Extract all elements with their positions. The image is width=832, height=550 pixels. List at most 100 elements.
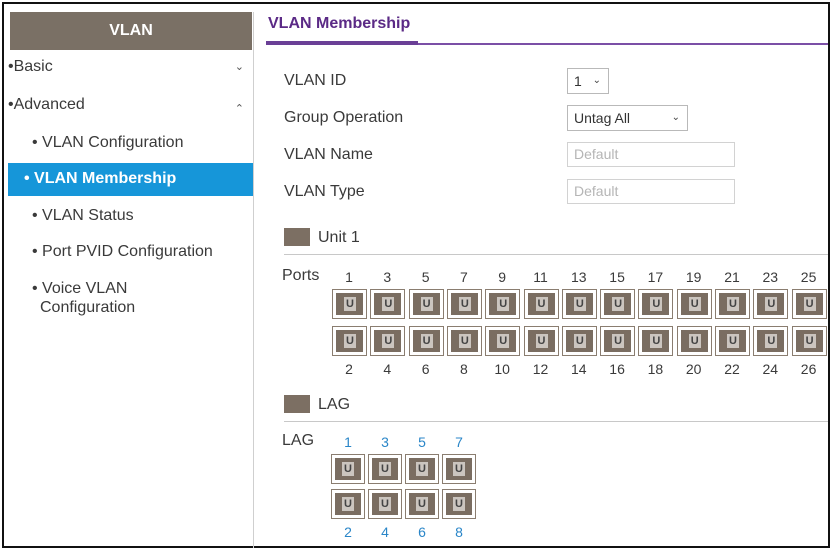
sidebar-item-vlan-membership[interactable]: • VLAN Membership — [8, 163, 253, 196]
lag-toggle[interactable]: U — [405, 489, 439, 519]
port-toggle[interactable]: U — [446, 289, 482, 319]
port-jack-icon: U — [450, 330, 478, 352]
port-toggle[interactable]: U — [370, 326, 406, 356]
port-toggle[interactable]: U — [715, 289, 750, 319]
untagged-mark: U — [382, 334, 395, 348]
port-jack-icon: U — [374, 330, 402, 352]
untagged-mark: U — [379, 462, 391, 476]
lag-toggle[interactable]: U — [442, 454, 476, 484]
sidebar-item-label: Advanced — [13, 96, 85, 113]
tab-vlan-membership[interactable]: VLAN Membership — [268, 15, 410, 33]
port-jack-icon: U — [336, 293, 363, 315]
port-jack-icon: U — [409, 458, 435, 480]
lag-toggle[interactable]: U — [331, 489, 365, 519]
port-number: 3 — [383, 269, 392, 285]
port-toggle[interactable]: U — [561, 326, 597, 356]
sidebar-item-voice-vlan-configuration[interactable]: • Voice VLAN Configuration — [32, 279, 135, 317]
port-number: 14 — [571, 361, 587, 377]
lag-toggle[interactable]: U — [368, 454, 402, 484]
port-jack-icon: U — [680, 293, 708, 315]
untagged-mark: U — [535, 334, 548, 348]
vlan-name-field[interactable]: Default — [567, 142, 735, 167]
port-toggle[interactable]: U — [408, 326, 444, 356]
port-jack-icon: U — [374, 293, 402, 315]
port-toggle[interactable]: U — [370, 289, 406, 319]
lag-toggle[interactable]: U — [331, 454, 365, 484]
lag-title: LAG — [318, 396, 351, 413]
port-toggle[interactable]: U — [446, 326, 482, 356]
chevron-down-icon: ⌄ — [592, 75, 601, 86]
untagged-mark: U — [612, 334, 625, 348]
port-jack-icon: U — [527, 330, 555, 352]
port-toggle[interactable]: U — [753, 326, 789, 356]
untagged-mark: U — [458, 297, 471, 311]
port-number: 2 — [344, 524, 352, 540]
port-toggle[interactable]: U — [753, 289, 789, 319]
port-toggle[interactable]: U — [485, 289, 521, 319]
port-jack-icon: U — [412, 293, 440, 315]
port-jack-icon: U — [489, 330, 517, 352]
port-toggle[interactable]: U — [561, 289, 597, 319]
sidebar-item-vlan-status[interactable]: • VLAN Status — [32, 206, 134, 225]
vlan-id-label: VLAN ID — [284, 72, 347, 89]
port-number: 5 — [421, 269, 430, 285]
section-divider — [284, 254, 828, 255]
port-toggle[interactable]: U — [600, 289, 636, 319]
group-operation-label: Group Operation — [284, 109, 404, 126]
sidebar-item-advanced[interactable]: •Advanced ⌃ — [8, 96, 254, 115]
port-toggle[interactable]: U — [791, 289, 827, 319]
port-toggle[interactable]: U — [791, 326, 827, 356]
port-number: 6 — [421, 361, 430, 377]
lag-toggle[interactable]: U — [405, 454, 439, 484]
port-jack-icon: U — [372, 458, 398, 480]
untagged-mark: U — [803, 297, 816, 311]
vlan-type-field[interactable]: Default — [567, 179, 735, 204]
port-number: 15 — [609, 269, 625, 285]
port-jack-icon: U — [565, 293, 593, 315]
port-toggle[interactable]: U — [600, 326, 636, 356]
port-number: 19 — [685, 269, 702, 285]
port-jack-icon: U — [446, 493, 472, 515]
port-number: 4 — [381, 524, 389, 540]
port-jack-icon: U — [565, 330, 593, 352]
unit-icon — [284, 228, 310, 246]
vlan-name-label: VLAN Name — [284, 146, 373, 163]
port-toggle[interactable]: U — [676, 326, 712, 356]
lag-toggle[interactable]: U — [442, 489, 476, 519]
port-toggle[interactable]: U — [715, 326, 750, 356]
port-toggle[interactable]: U — [408, 289, 444, 319]
port-number: 3 — [381, 434, 389, 450]
port-toggle[interactable]: U — [485, 326, 521, 356]
port-number: 11 — [533, 269, 548, 285]
group-operation-select[interactable]: Untag All ⌄ — [567, 105, 688, 131]
untagged-mark: U — [650, 297, 663, 311]
port-toggle[interactable]: U — [638, 289, 674, 319]
port-jack-icon: U — [335, 493, 361, 515]
untagged-mark: U — [416, 497, 428, 511]
port-jack-icon: U — [719, 330, 746, 352]
sidebar-item-vlan-configuration[interactable]: • VLAN Configuration — [32, 133, 183, 152]
chevron-up-icon: ⌃ — [234, 103, 244, 115]
untagged-mark: U — [727, 297, 739, 311]
untagged-mark: U — [382, 297, 395, 311]
port-toggle[interactable]: U — [523, 326, 559, 356]
untagged-mark: U — [803, 334, 816, 348]
port-toggle[interactable]: U — [638, 326, 674, 356]
sidebar-item-port-pvid-configuration[interactable]: • Port PVID Configuration — [32, 242, 213, 261]
untagged-mark: U — [497, 297, 510, 311]
port-toggle[interactable]: U — [332, 289, 367, 319]
sidebar-item-label: • Voice VLAN — [32, 280, 128, 297]
port-jack-icon: U — [409, 493, 435, 515]
port-toggle[interactable]: U — [332, 326, 367, 356]
port-toggle[interactable]: U — [676, 289, 712, 319]
port-toggle[interactable]: U — [523, 289, 559, 319]
port-number: 13 — [571, 269, 587, 285]
lag-toggle[interactable]: U — [368, 489, 402, 519]
port-number: 16 — [609, 361, 625, 377]
untagged-mark: U — [420, 334, 433, 348]
port-number: 22 — [724, 361, 740, 377]
sidebar-item-basic[interactable]: •Basic ⌄ — [8, 58, 254, 76]
active-tab-underline — [266, 41, 418, 45]
vlan-id-select[interactable]: 1 ⌄ — [567, 68, 609, 94]
untagged-mark: U — [344, 334, 356, 348]
